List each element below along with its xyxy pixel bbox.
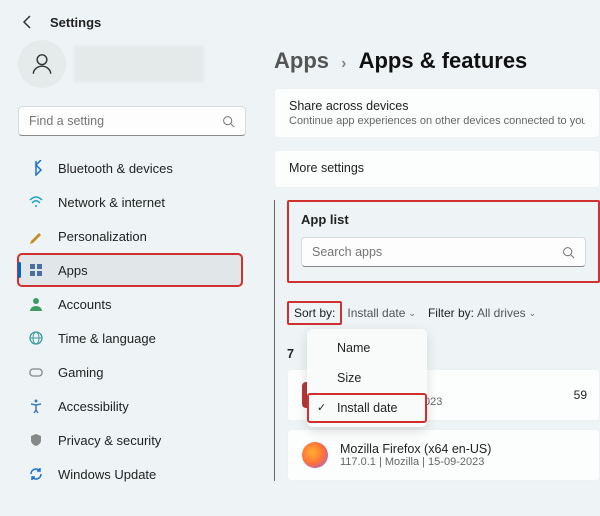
find-setting-search[interactable] xyxy=(18,106,246,136)
avatar xyxy=(18,40,66,88)
more-settings-card[interactable]: More settings xyxy=(274,150,600,188)
update-icon xyxy=(28,466,44,482)
app-meta: 117.0.1 | Mozilla | 15-09-2023 xyxy=(340,456,491,468)
bluetooth-icon xyxy=(28,160,44,176)
filter-by-label: Filter by: xyxy=(428,306,474,320)
breadcrumb: Apps › Apps & features xyxy=(274,48,600,74)
back-button[interactable] xyxy=(20,14,36,30)
sidebar-item-windows-update[interactable]: Windows Update xyxy=(18,458,242,490)
shield-icon xyxy=(28,432,44,448)
apps-icon xyxy=(28,262,44,278)
sidebar-item-apps[interactable]: Apps xyxy=(18,254,242,286)
search-input[interactable] xyxy=(29,114,222,128)
card-title: Share across devices xyxy=(289,99,585,113)
sidebar-item-time-language[interactable]: Time & language xyxy=(18,322,242,354)
sort-value[interactable]: Install date xyxy=(347,306,405,320)
sort-by-label[interactable]: Sort by: xyxy=(287,301,342,325)
chevron-down-icon: ⌄ xyxy=(529,308,537,319)
sidebar-item-network-internet[interactable]: Network & internet xyxy=(18,186,242,218)
card-title: More settings xyxy=(289,161,585,175)
username-redacted xyxy=(74,46,204,82)
search-apps-input[interactable] xyxy=(312,245,562,259)
content-pane: Apps › Apps & features Share across devi… xyxy=(252,40,600,516)
profile-block[interactable] xyxy=(18,40,242,88)
app-list-section: App list Sort by: Install date ⌄ Filter … xyxy=(274,200,600,481)
access-icon xyxy=(28,398,44,414)
filter-row: Sort by: Install date ⌄ Filter by: All d… xyxy=(287,301,600,325)
sidebar-item-label: Apps xyxy=(58,263,88,278)
app-row[interactable]: Mozilla Firefox (x64 en-US)117.0.1 | Moz… xyxy=(287,429,600,481)
sort-dropdown: NameSizeInstall date xyxy=(307,329,427,427)
person-icon xyxy=(29,51,55,77)
search-icon xyxy=(222,115,235,128)
share-devices-card[interactable]: Share across devices Continue app experi… xyxy=(274,88,600,138)
main-layout: Bluetooth & devices Network & internet Per… xyxy=(0,40,600,516)
sidebar-item-label: Time & language xyxy=(58,331,156,346)
sidebar-item-label: Gaming xyxy=(58,365,104,380)
sidebar-item-personalization[interactable]: Personalization xyxy=(18,220,242,252)
wifi-icon xyxy=(28,194,44,210)
sidebar-item-label: Personalization xyxy=(58,229,147,244)
sidebar-item-privacy-security[interactable]: Privacy & security xyxy=(18,424,242,456)
sidebar-item-label: Privacy & security xyxy=(58,433,161,448)
search-icon xyxy=(562,246,575,259)
back-arrow-icon xyxy=(20,14,36,30)
sidebar-item-bluetooth-devices[interactable]: Bluetooth & devices xyxy=(18,152,242,184)
title-bar: Settings xyxy=(0,0,600,40)
search-apps-field[interactable] xyxy=(301,237,586,267)
chevron-down-icon: ⌄ xyxy=(408,308,416,319)
app-list-title: App list xyxy=(301,212,586,227)
app-size: 59 xyxy=(574,388,587,402)
sort-option-size[interactable]: Size xyxy=(307,363,427,393)
nav-list: Bluetooth & devices Network & internet Per… xyxy=(18,152,242,490)
card-desc: Continue app experiences on other device… xyxy=(289,115,585,127)
sort-option-name[interactable]: Name xyxy=(307,333,427,363)
app-name: Mozilla Firefox (x64 en-US) xyxy=(340,442,491,456)
sidebar-item-gaming[interactable]: Gaming xyxy=(18,356,242,388)
filter-value[interactable]: All drives xyxy=(477,306,526,320)
sidebar-item-label: Accounts xyxy=(58,297,111,312)
sidebar-item-label: Accessibility xyxy=(58,399,129,414)
person-icon xyxy=(28,296,44,312)
app-list-box: App list xyxy=(287,200,600,283)
app-icon xyxy=(300,440,330,470)
sort-option-install-date[interactable]: Install date xyxy=(307,393,427,423)
breadcrumb-current: Apps & features xyxy=(359,48,528,73)
gamepad-icon xyxy=(28,364,44,380)
chevron-right-icon: › xyxy=(341,55,346,72)
brush-icon xyxy=(28,228,44,244)
window-title: Settings xyxy=(50,15,101,30)
sidebar-item-accessibility[interactable]: Accessibility xyxy=(18,390,242,422)
sidebar-item-label: Windows Update xyxy=(58,467,156,482)
sidebar: Bluetooth & devices Network & internet Per… xyxy=(0,40,252,516)
sidebar-item-label: Bluetooth & devices xyxy=(58,161,173,176)
breadcrumb-parent[interactable]: Apps xyxy=(274,48,329,73)
sidebar-item-accounts[interactable]: Accounts xyxy=(18,288,242,320)
sidebar-item-label: Network & internet xyxy=(58,195,165,210)
globe-icon xyxy=(28,330,44,346)
